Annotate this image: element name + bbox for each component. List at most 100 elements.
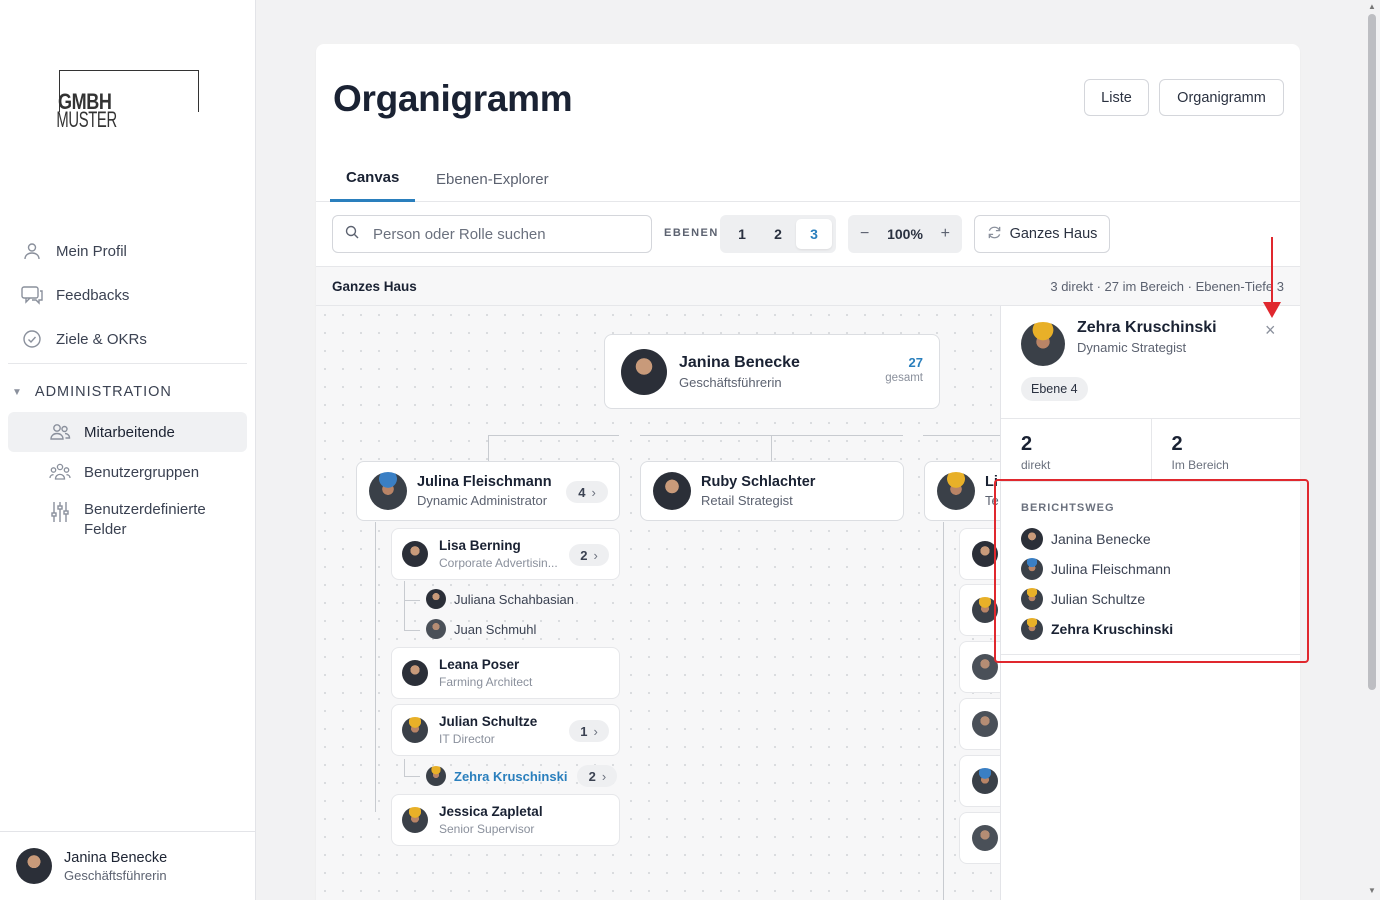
connector [923, 435, 1003, 436]
org-node[interactable]: Julian Schultze IT Director 1 › [391, 704, 620, 756]
expand-button[interactable]: 2 › [569, 544, 609, 566]
expand-button[interactable]: 1 › [569, 720, 609, 742]
connector [404, 630, 420, 631]
org-leaf[interactable]: Juliana Schahbasian [426, 589, 574, 609]
node-name: Juliana Schahbasian [454, 591, 574, 607]
org-node[interactable]: Lisa Berning Corporate Advertisin... 2 › [391, 528, 620, 580]
caret-down-icon: ▼ [12, 386, 23, 398]
scope-bar: Ganzes Haus 3 direkt · 27 im Bereich · E… [316, 266, 1300, 306]
level-3-button[interactable]: 3 [796, 219, 832, 249]
node-name: Lisa Berning [439, 538, 521, 553]
tab-canvas[interactable]: Canvas [330, 156, 416, 202]
level-2-button[interactable]: 2 [760, 219, 796, 249]
connector [771, 436, 772, 462]
node-name: Jessica Zapletal [439, 804, 543, 819]
annotation-highlight-box [994, 479, 1309, 663]
avatar [1021, 322, 1065, 366]
avatar [369, 472, 407, 510]
connector [404, 776, 420, 777]
node-role: Retail Strategist [701, 493, 793, 508]
avatar [402, 660, 428, 686]
org-node[interactable]: Jessica Zapletal Senior Supervisor [391, 794, 620, 846]
level-1-button[interactable]: 1 [724, 219, 760, 249]
node-count-label: gesamt [885, 372, 923, 384]
whole-house-button[interactable]: Ganzes Haus [974, 215, 1110, 253]
level-badge: Ebene 4 [1021, 377, 1088, 401]
sidebar-item-label: Benutzergruppen [84, 463, 200, 481]
company-logo[interactable]: MUSTER GMBH [56, 70, 199, 132]
org-leaf-selected[interactable]: Zehra Kruschinski 2 › [426, 765, 618, 787]
avatar [426, 589, 446, 609]
admin-heading: ADMINISTRATION [34, 384, 172, 400]
search-input[interactable] [373, 225, 623, 243]
zoom-out-button[interactable]: − [860, 225, 869, 243]
check-circle-icon [20, 327, 44, 351]
whole-house-label: Ganzes Haus [1009, 226, 1098, 242]
avatar [16, 848, 52, 884]
node-name: Leana Poser [439, 657, 520, 672]
user-name: Janina Benecke [64, 849, 168, 866]
user-icon [20, 239, 44, 263]
org-leaf[interactable]: Juan Schmuhl [426, 619, 536, 639]
zoom-level: 100% [887, 226, 923, 242]
sidebar-item-goals[interactable]: Ziele & OKRs [8, 319, 247, 359]
connector [404, 759, 405, 777]
connector [640, 435, 903, 436]
panel-name: Zehra Kruschinski [1077, 319, 1217, 336]
avatar [402, 541, 428, 567]
user-role: Geschäftsführerin [64, 867, 167, 883]
list-view-button[interactable]: Liste [1084, 79, 1149, 116]
node-role: IT Director [439, 732, 495, 746]
current-user[interactable]: Janina Benecke Geschäftsführerin [0, 831, 256, 900]
node-name: Janina Benecke [679, 353, 800, 371]
page-scrollbar[interactable]: ▲ ▼ [1364, 0, 1380, 900]
stat-value: 2 [1021, 433, 1033, 455]
refresh-icon [987, 225, 1002, 244]
sidebar-item-mitarbeitende[interactable]: Mitarbeitende [8, 412, 247, 452]
node-role: Corporate Advertisin... [439, 556, 558, 570]
close-icon[interactable]: × [1265, 320, 1276, 341]
sidebar-item-feedbacks[interactable]: Feedbacks [8, 275, 247, 315]
expand-button[interactable]: 2 › [577, 765, 618, 787]
avatar [972, 711, 998, 737]
node-role: Farming Architect [439, 675, 533, 689]
admin-section-toggle[interactable]: ▼ ADMINISTRATION [12, 384, 172, 400]
sidebar-item-profile[interactable]: Mein Profil [8, 231, 247, 271]
scrollbar-thumb[interactable] [1368, 14, 1376, 690]
node-role: Geschäftsführerin [679, 374, 782, 390]
org-node[interactable]: Julina Fleischmann Dynamic Administrator… [356, 461, 620, 521]
scroll-down-icon[interactable]: ▼ [1368, 886, 1376, 895]
toolbar: EBENEN 1 2 3 − 100% + Ganzes Haus [316, 202, 1300, 266]
sidebar-item-label: Mein Profil [56, 242, 127, 260]
orgchart-view-button[interactable]: Organigramm [1159, 79, 1284, 116]
avatar [402, 717, 428, 743]
zoom-in-button[interactable]: + [941, 225, 950, 243]
node-name: Ruby Schlachter [701, 474, 816, 490]
group-icon [48, 460, 72, 484]
chat-icon [20, 283, 44, 307]
org-node-root[interactable]: Janina Benecke Geschäftsführerin 27 gesa… [604, 334, 940, 409]
zoom-control: − 100% + [848, 215, 962, 253]
stat-value: 2 [1171, 433, 1183, 455]
org-node[interactable]: Leana Poser Farming Architect [391, 647, 620, 699]
avatar [972, 768, 998, 794]
scroll-up-icon[interactable]: ▲ [1368, 2, 1376, 11]
sidebar-item-custom-fields[interactable]: Benutzerdefinierte Felder [8, 496, 247, 544]
sidebar-item-benutzergruppen[interactable]: Benutzergruppen [8, 452, 247, 492]
connector [404, 600, 420, 601]
chevron-right-icon: › [601, 768, 607, 784]
panel-role: Dynamic Strategist [1077, 340, 1187, 355]
search-box[interactable] [332, 215, 652, 253]
node-name: Julian Schultze [439, 714, 538, 729]
stats-row: 2 direkt 2 Im Bereich [1001, 418, 1300, 482]
connector [375, 522, 376, 812]
node-name: Julina Fleischmann [417, 474, 552, 490]
scope-title: Ganzes Haus [332, 278, 417, 294]
org-node[interactable]: Ruby Schlachter Retail Strategist [640, 461, 904, 521]
connector [943, 522, 944, 900]
tab-level-explorer[interactable]: Ebenen-Explorer [420, 156, 565, 202]
expand-button[interactable]: 4 › [566, 481, 608, 503]
connector [404, 581, 405, 631]
chevron-right-icon: › [593, 547, 598, 563]
stat-direct: 2 direkt [1001, 419, 1151, 481]
